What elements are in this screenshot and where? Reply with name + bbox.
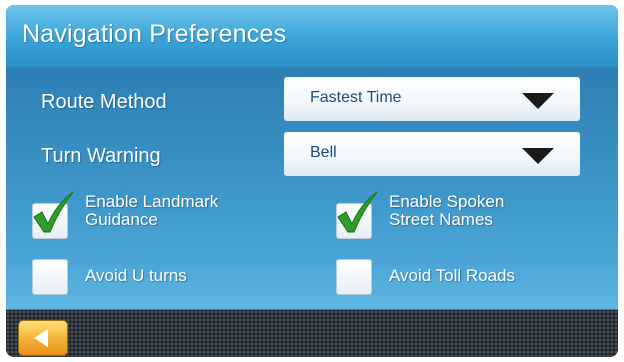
avoid-u-turns-checkbox[interactable] [32, 259, 68, 295]
page-title: Navigation Preferences [22, 20, 287, 48]
spoken-street-names-checkbox[interactable] [336, 191, 378, 239]
turn-warning-label: Turn Warning [41, 145, 161, 167]
route-method-label: Route Method [41, 91, 167, 113]
preferences-panel: Route Method Fastest Time Turn Warning B… [6, 67, 618, 309]
avoid-toll-roads-label: Avoid Toll Roads [389, 266, 516, 285]
navigation-preferences-screen: Navigation Preferences Route Method Fast… [6, 5, 618, 357]
left-arrow-icon [34, 329, 48, 347]
turn-warning-value: Bell [310, 144, 337, 161]
landmark-guidance-label: Enable Landmark Guidance [85, 192, 219, 229]
avoid-toll-roads-checkbox[interactable] [336, 259, 372, 295]
spoken-street-names-label: Enable Spoken Street Names [389, 192, 505, 229]
back-button[interactable] [18, 320, 68, 356]
route-method-dropdown[interactable]: Fastest Time [284, 77, 580, 121]
checkmark-icon [337, 191, 378, 233]
landmark-guidance-checkbox[interactable] [32, 191, 74, 239]
route-method-value: Fastest Time [310, 89, 402, 106]
chevron-down-icon [522, 148, 554, 164]
title-bar: Navigation Preferences [6, 5, 618, 68]
checkmark-icon [33, 191, 74, 233]
chevron-down-icon [522, 93, 554, 109]
turn-warning-dropdown[interactable]: Bell [284, 132, 580, 176]
avoid-u-turns-label: Avoid U turns [85, 266, 187, 285]
bottom-toolbar [6, 309, 618, 357]
